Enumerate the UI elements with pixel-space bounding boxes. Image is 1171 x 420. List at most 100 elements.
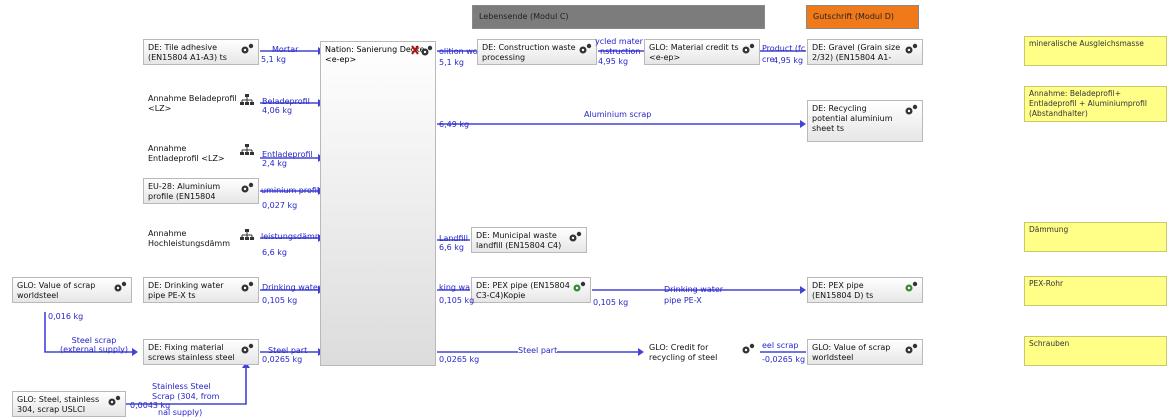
process-entladeprofil[interactable]: Annahme Entladeprofil <LZ>: [143, 140, 259, 166]
flow-amount-entladeprofil: 2,4 kg: [262, 159, 287, 168]
flow-label-aluminium-profil: uminium profil: [261, 186, 320, 195]
flow-amount-recycled: 4,95 kg: [598, 57, 629, 66]
process-beladeprofil[interactable]: Annahme Beladeprofil <LZ>: [143, 90, 259, 116]
flow-label-mortar: Mortar: [272, 45, 299, 54]
note-annahme-profile[interactable]: Annahme: Beladeprofil+ Entladeprofil + A…: [1024, 86, 1167, 122]
network-icon: [240, 94, 254, 105]
flow-amount-aluminium: 6,49 kg: [439, 120, 470, 129]
gears-icon: [905, 43, 918, 54]
gears-green-icon: [573, 281, 586, 292]
note-ausgleichsmasse[interactable]: mineralische Ausgleichsmasse: [1024, 36, 1167, 66]
network-icon: [240, 144, 254, 155]
gears-icon: [241, 43, 254, 54]
flow-label-aluminium-scrap: Aluminium scrap: [584, 110, 652, 119]
process-label: Nation: Sanierung Decke <e-ep>: [325, 45, 425, 64]
flow-label-beladeprofil: Beladeprofil: [262, 97, 310, 106]
process-label: Annahme Hochleistungsdämm: [148, 229, 231, 248]
flow-label-recycled-2: nstruction: [600, 47, 641, 56]
process-pex-pipe-credit[interactable]: DE: PEX pipe (EN15804 D) ts: [807, 277, 923, 303]
process-label: EU-28: Aluminium profile (EN15804: [148, 182, 221, 201]
process-label: GLO: Material credit ts <e-ep>: [649, 43, 739, 62]
note-daemmung[interactable]: Dämmung: [1024, 222, 1167, 252]
process-aluminium-profile[interactable]: EU-28: Aluminium profile (EN15804: [143, 178, 259, 204]
process-value-of-scrap-credit[interactable]: GLO: Value of scrap worldsteel: [807, 339, 923, 365]
flow-amount-demolition: 5,1 kg: [439, 58, 464, 67]
flow-amount-landfill: 6,6 kg: [439, 243, 464, 252]
flow-label-drinking-water: Drinking water: [262, 283, 322, 292]
flow-label-drinking-out-2: pipe PE-X: [664, 296, 702, 305]
gears-icon: [905, 343, 918, 354]
flow-label-stainless-3: nal supply): [158, 408, 203, 417]
flow-label-landfill: Landfill: [439, 234, 468, 243]
gears-icon: [742, 43, 755, 54]
flow-amount-daemmung: 6,6 kg: [262, 248, 287, 257]
process-value-of-scrap-supply[interactable]: GLO: Value of scrap worldsteel: [12, 277, 132, 303]
process-recycling-aluminium[interactable]: DE: Recycling potential aluminium sheet …: [807, 100, 923, 142]
gears-icon: [241, 281, 254, 292]
process-fixing-material[interactable]: DE: Fixing material screws stainless ste…: [143, 339, 259, 365]
flow-amount-drinking-water: 0,105 kg: [262, 296, 298, 305]
process-label: DE: Recycling potential aluminium sheet …: [812, 104, 893, 133]
flow-label-steel-part-eol: Steel part: [518, 346, 558, 355]
flow-label-product-1: Product (fc: [762, 44, 806, 53]
flow-amount-product: 4,95 kg: [773, 56, 804, 65]
note-pex-rohr[interactable]: PEX-Rohr: [1024, 276, 1167, 306]
process-drinking-water-pipe[interactable]: DE: Drinking water pipe PE-X ts: [143, 277, 259, 303]
gears-icon: [569, 231, 582, 242]
process-sanierung-decke[interactable]: Nation: Sanierung Decke <e-ep>: [320, 41, 436, 366]
process-label: DE: Fixing material screws stainless ste…: [148, 343, 235, 362]
process-label: DE: PEX pipe (EN15804 C3-C4)Kopie: [476, 281, 570, 300]
process-label: GLO: Value of scrap worldsteel: [17, 281, 96, 300]
process-label: Annahme Beladeprofil <LZ>: [148, 94, 237, 113]
gears-icon: [905, 104, 918, 115]
flow-label-recycled-1: ycled mater: [595, 37, 643, 46]
flow-amount-aluminium-profil: 0,027 kg: [262, 201, 298, 210]
flow-amount-drinking-out: 0,105 kg: [593, 298, 629, 307]
process-material-credit[interactable]: GLO: Material credit ts <e-ep>: [644, 39, 760, 65]
flow-label-drinking-in: king wa: [439, 283, 470, 292]
process-label: Annahme Entladeprofil <LZ>: [148, 144, 225, 163]
gears-icon: [108, 395, 121, 406]
gears-green-icon: [905, 281, 918, 292]
gears-icon: [114, 281, 127, 292]
process-tile-adhesive[interactable]: DE: Tile adhesive (EN15804 A1-A3) ts: [143, 39, 259, 65]
flow-amount-beladeprofil: 4,06 kg: [262, 106, 293, 115]
process-label: GLO: Credit for recycling of steel: [649, 343, 718, 362]
flow-amount-eel-scrap: -0,0265 kg: [762, 355, 806, 364]
gears-icon: [579, 43, 592, 54]
process-credit-recycling-steel[interactable]: GLO: Credit for recycling of steel: [644, 339, 760, 365]
flow-label-stainless-1: Stainless Steel: [152, 382, 211, 391]
note-schrauben[interactable]: Schrauben: [1024, 336, 1167, 366]
process-municipal-landfill[interactable]: DE: Municipal waste landfill (EN15804 C4…: [471, 227, 587, 253]
process-label: GLO: Value of scrap worldsteel: [812, 343, 891, 362]
flow-label-steel-part: Steel part: [268, 346, 308, 355]
process-label: DE: Drinking water pipe PE-X ts: [148, 281, 224, 300]
network-icon: [240, 229, 254, 240]
flow-amount-steel-eol: 0,0265 kg: [439, 355, 480, 364]
process-hochleistungsdaemm[interactable]: Annahme Hochleistungsdämm: [143, 225, 259, 251]
process-label: DE: Municipal waste landfill (EN15804 C4…: [476, 231, 562, 250]
process-label: DE: PEX pipe (EN15804 D) ts: [812, 281, 874, 300]
process-label: GLO: Steel, stainless 304, scrap USLCI: [17, 395, 100, 414]
process-label: DE: Gravel (Grain size 2/32) (EN15804 A1…: [812, 43, 901, 64]
flow-amount-steel-part: 0,0265 kg: [262, 355, 303, 364]
flow-label-stainless-2: Scrap (304, from: [152, 392, 220, 401]
cross-gear-icon: [411, 45, 433, 56]
flow-label-demolition: olition wo: [439, 47, 478, 56]
flow-label-eel-scrap: eel scrap: [762, 341, 799, 350]
flow-amount-drinking-in: 0,105 kg: [439, 296, 475, 305]
process-construction-waste[interactable]: DE: Construction waste processing: [477, 39, 597, 65]
process-steel-stainless-scrap[interactable]: GLO: Steel, stainless 304, scrap USLCI: [12, 391, 126, 417]
process-pex-pipe-eol[interactable]: DE: PEX pipe (EN15804 C3-C4)Kopie: [471, 277, 591, 303]
flow-amount-scrap: 0,016 kg: [48, 312, 84, 321]
gears-icon: [241, 343, 254, 354]
flow-label-steel-scrap: Steel scrap (external supply): [59, 336, 129, 354]
flow-label-drinking-out-1: Drinking water: [664, 285, 724, 294]
gears-icon: [241, 182, 254, 193]
flow-amount-mortar: 5,1 kg: [261, 55, 286, 64]
gears-icon: [742, 343, 755, 354]
flow-label-entladeprofil: Entladeprofil: [262, 150, 313, 159]
process-label: DE: Construction waste processing: [482, 43, 576, 62]
process-gravel[interactable]: DE: Gravel (Grain size 2/32) (EN15804 A1…: [807, 39, 923, 65]
process-label: DE: Tile adhesive (EN15804 A1-A3) ts: [148, 43, 227, 62]
